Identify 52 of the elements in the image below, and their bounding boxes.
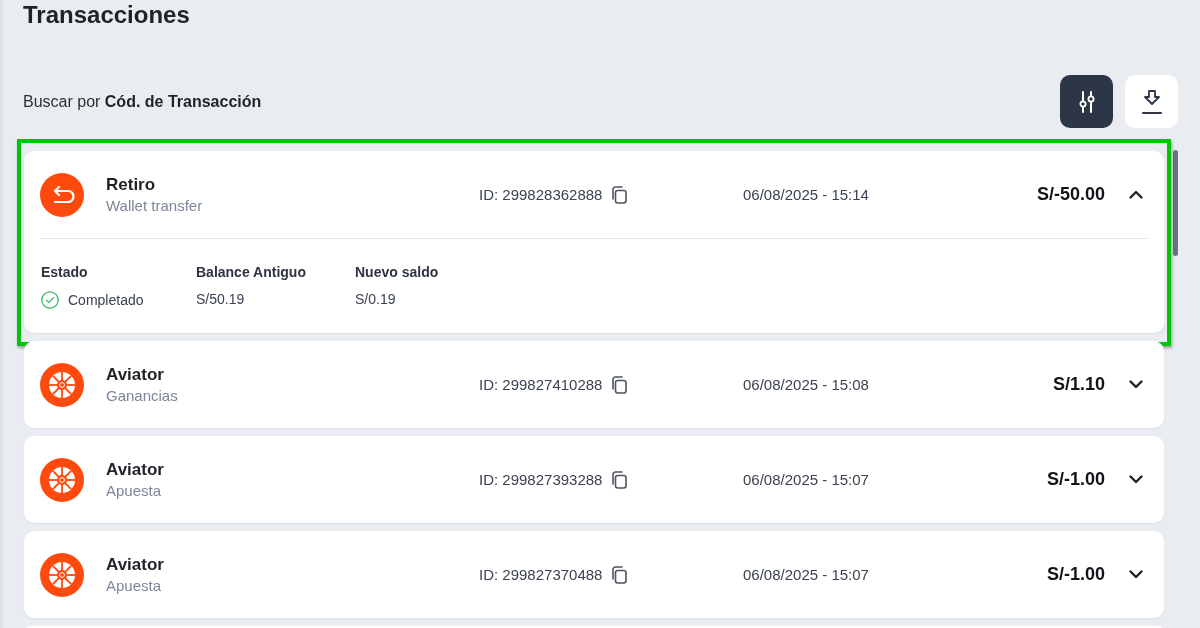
transaction-subtitle: Ganancias (106, 385, 178, 406)
transaction-title: Aviator (106, 363, 164, 385)
download-icon (1139, 88, 1164, 115)
sliders-icon (1077, 90, 1096, 113)
check-circle-icon (41, 291, 59, 309)
download-button[interactable] (1125, 75, 1178, 128)
copy-icon (610, 565, 628, 584)
chevron-down-icon (1129, 475, 1143, 484)
transaction-title: Aviator (106, 458, 164, 480)
transaction-card[interactable]: Aviator Ganancias ID: 299827410288 06/08/2025 - 15:08 S/1.10 (24, 341, 1164, 428)
transaction-id: ID: 299827393288 (479, 471, 603, 488)
transaction-amount: S/1.10 (1052, 374, 1105, 395)
transaction-date: 06/08/2025 - 15:08 (743, 376, 869, 393)
transaction-subtitle: Wallet transfer (106, 195, 203, 216)
wheel-icon (40, 552, 84, 597)
copy-icon (610, 185, 628, 204)
transaction-id: ID: 299828362888 (479, 186, 603, 203)
page-title: Transacciones (23, 1, 190, 29)
transaction-date: 06/08/2025 - 15:07 (743, 471, 869, 488)
detail-value: S/50.19 (196, 291, 245, 307)
copy-icon (610, 375, 628, 394)
chevron-down-icon (1129, 570, 1143, 579)
transaction-card[interactable]: Aviator Apuesta ID: 299827393288 06/08/2025 - 15:07 S/-1.00 (24, 436, 1164, 523)
transaction-amount: S/-1.00 (1046, 469, 1105, 490)
detail-value: S/0.19 (355, 291, 396, 307)
detail-label: Estado (41, 264, 88, 280)
search-label: Buscar por Cód. de Transacción (23, 92, 262, 111)
transaction-amount: S/-1.00 (1046, 564, 1105, 585)
chevron-up-icon (1129, 190, 1143, 199)
transaction-card[interactable]: Aviator Apuesta ID: 299827370488 06/08/2025 - 15:07 S/-1.00 (24, 531, 1164, 618)
detail-label: Nuevo saldo (355, 264, 439, 280)
transaction-subtitle: Apuesta (106, 575, 162, 596)
wheel-icon (40, 457, 84, 502)
copy-button[interactable] (610, 375, 628, 394)
transaction-title: Aviator (106, 553, 164, 575)
wheel-icon (40, 362, 84, 407)
copy-icon (610, 470, 628, 489)
transaction-subtitle: Apuesta (106, 480, 162, 501)
detail-label: Balance Antiguo (196, 264, 306, 280)
copy-button[interactable] (610, 565, 628, 584)
transaction-id: ID: 299827370488 (479, 566, 603, 583)
transaction-date: 06/08/2025 - 15:14 (743, 186, 869, 203)
scrollbar-thumb[interactable] (1173, 150, 1178, 256)
copy-button[interactable] (610, 185, 628, 204)
copy-button[interactable] (610, 470, 628, 489)
detail-value: Completado (68, 292, 144, 308)
transaction-date: 06/08/2025 - 15:07 (743, 566, 869, 583)
transaction-amount: S/-50.00 (1036, 184, 1105, 205)
transaction-title: Retiro (106, 173, 156, 195)
transaction-id: ID: 299827410288 (479, 376, 603, 393)
filter-button[interactable] (1060, 75, 1113, 128)
chevron-down-icon (1129, 380, 1143, 389)
